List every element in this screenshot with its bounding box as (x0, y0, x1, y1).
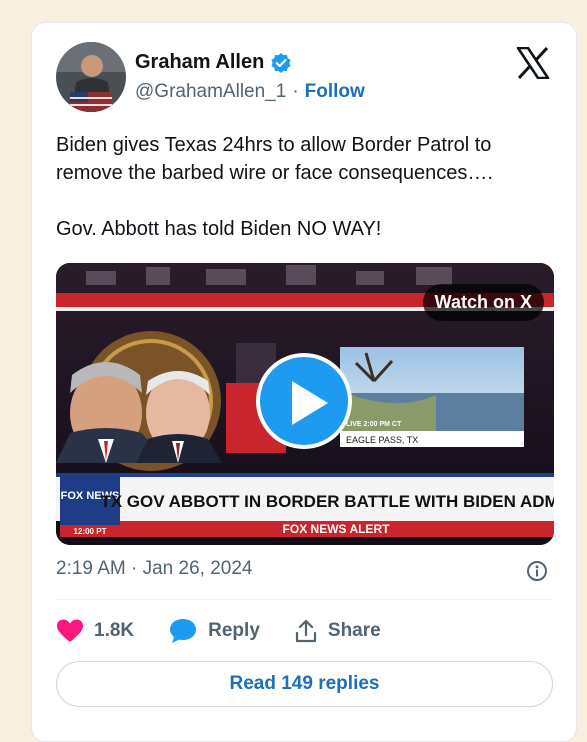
play-icon (292, 381, 328, 425)
post-timestamp[interactable]: 2:19 AM · Jan 26, 2024 (56, 558, 252, 580)
handle-separator: · (292, 81, 299, 102)
alert-banner: FOX NEWS ALERT (283, 522, 391, 536)
x-logo-icon[interactable] (516, 47, 550, 79)
play-button[interactable] (256, 353, 352, 449)
share-label: Share (327, 620, 381, 641)
info-icon[interactable] (526, 560, 548, 582)
author-handle[interactable]: @GrahamAllen_1 (135, 81, 286, 103)
heart-icon (57, 619, 83, 642)
reply-label: Reply (208, 620, 260, 641)
chyron-headline: TX GOV ABBOTT IN BORDER BATTLE WITH BIDE… (100, 492, 554, 511)
post-text-line: Biden gives Texas 24hrs to allow Border … (56, 134, 493, 184)
like-count: 1.8K (94, 620, 135, 641)
action-bar: 1.8K Reply Share (56, 617, 415, 645)
video-player[interactable]: EAGLE PASS, TX LIVE 2:00 PM CT FOX NEWS … (56, 263, 554, 545)
location-caption: EAGLE PASS, TX (346, 435, 418, 445)
author-name[interactable]: Graham Allen (135, 51, 264, 74)
verified-badge-icon (271, 52, 291, 73)
post-text: Biden gives Texas 24hrs to allow Border … (56, 131, 556, 243)
watch-on-x-button[interactable]: Watch on X (422, 284, 544, 321)
share-icon (295, 619, 316, 643)
avatar[interactable] (56, 42, 126, 112)
broadcast-clock: 12:00 PT (74, 527, 107, 536)
post-card: Graham Allen @GrahamAllen_1 · Follow Bid… (31, 22, 577, 742)
like-button[interactable]: 1.8K (56, 618, 134, 644)
reply-button[interactable]: Reply (168, 617, 260, 645)
live-tag: LIVE 2:00 PM CT (346, 421, 402, 428)
post-text-line: Gov. Abbott has told Biden NO WAY! (56, 218, 382, 240)
follow-button[interactable]: Follow (305, 81, 365, 103)
share-button[interactable]: Share (294, 618, 381, 644)
read-replies-button[interactable]: Read 149 replies (56, 661, 553, 707)
reply-bubble-icon (170, 619, 197, 643)
divider (56, 599, 552, 600)
